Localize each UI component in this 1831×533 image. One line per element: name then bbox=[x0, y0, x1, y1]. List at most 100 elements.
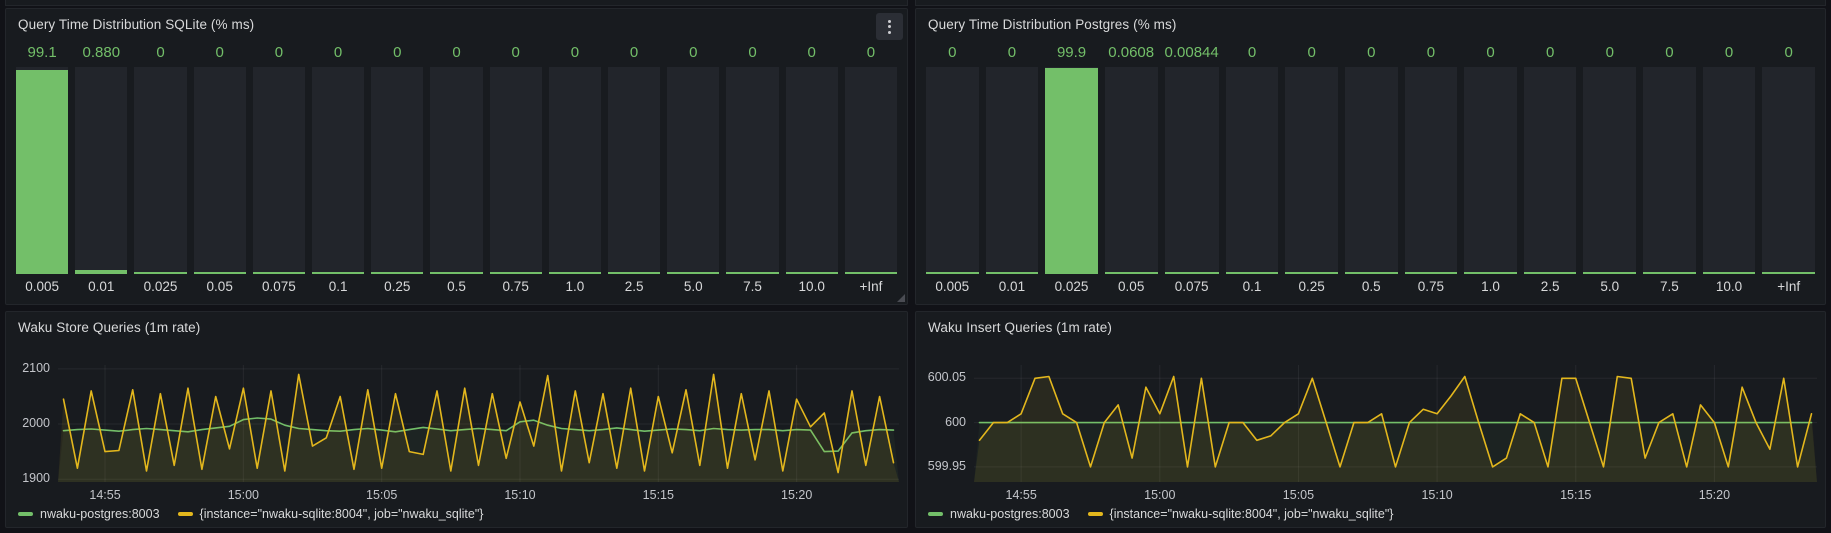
legend-item[interactable]: {instance="nwaku-sqlite:8004", job="nwak… bbox=[1088, 507, 1394, 521]
bar-gauge-column: 05.0 bbox=[1583, 41, 1636, 298]
legend-swatch-icon bbox=[1088, 512, 1103, 516]
bar-fill bbox=[1105, 272, 1158, 274]
y-axis-tick-label: 2000 bbox=[6, 416, 50, 430]
bar-value-label: 0 bbox=[726, 41, 778, 67]
bar-value-label: 0 bbox=[1226, 41, 1279, 67]
panel-resize-handle[interactable] bbox=[897, 294, 905, 302]
bucket-label: 0.01 bbox=[986, 274, 1039, 298]
bar-gauge-column: 00.1 bbox=[1226, 41, 1279, 298]
bar-value-label: 0 bbox=[1285, 41, 1338, 67]
panel-waku-store-queries: Waku Store Queries (1m rate) nwaku-postg… bbox=[5, 311, 908, 528]
bar-value-label: 0 bbox=[194, 41, 246, 67]
legend-item[interactable]: {instance="nwaku-sqlite:8004", job="nwak… bbox=[178, 507, 484, 521]
legend-label: {instance="nwaku-sqlite:8004", job="nwak… bbox=[1110, 507, 1394, 521]
time-series-plot-insert[interactable] bbox=[974, 365, 1817, 482]
bar-value-label: 0 bbox=[1762, 41, 1815, 67]
bar-value-label: 0 bbox=[312, 41, 364, 67]
bar bbox=[1583, 67, 1636, 274]
bar-gauge-column: 00.75 bbox=[1405, 41, 1458, 298]
bar-fill bbox=[430, 272, 482, 274]
bar-value-label: 99.9 bbox=[1045, 41, 1098, 67]
bar bbox=[75, 67, 127, 274]
bar-fill bbox=[194, 272, 246, 274]
panel-waku-insert-queries: Waku Insert Queries (1m rate) nwaku-post… bbox=[915, 311, 1826, 528]
bar bbox=[490, 67, 542, 274]
panel-title-sqlite[interactable]: Query Time Distribution SQLite (% ms) bbox=[6, 9, 907, 39]
bar bbox=[134, 67, 186, 274]
panel-query-time-postgres: Query Time Distribution Postgres (% ms) … bbox=[915, 8, 1826, 305]
legend-swatch-icon bbox=[18, 512, 33, 516]
bar-fill bbox=[1643, 272, 1696, 274]
bar-fill bbox=[1583, 272, 1636, 274]
bar-gauge-column: 00.05 bbox=[194, 41, 246, 298]
bucket-label: 2.5 bbox=[608, 274, 660, 298]
y-axis-tick-label: 599.95 bbox=[916, 459, 966, 473]
panel-title-text: Query Time Distribution SQLite (% ms) bbox=[18, 17, 254, 32]
bar bbox=[1762, 67, 1815, 274]
bucket-label: 10.0 bbox=[1703, 274, 1756, 298]
bar-gauge-column: 02.5 bbox=[608, 41, 660, 298]
bar-value-label: 0 bbox=[1643, 41, 1696, 67]
legend-item[interactable]: nwaku-postgres:8003 bbox=[18, 507, 160, 521]
bar-value-label: 0 bbox=[986, 41, 1039, 67]
bar-value-label: 0 bbox=[430, 41, 482, 67]
x-axis-tick-label: 15:10 bbox=[1405, 488, 1469, 502]
x-axis-tick-label: 15:00 bbox=[211, 488, 275, 502]
x-axis-tick-label: 15:20 bbox=[1682, 488, 1746, 502]
y-axis-tick-label: 1900 bbox=[6, 471, 50, 485]
legend-item[interactable]: nwaku-postgres:8003 bbox=[928, 507, 1070, 521]
bucket-label: 0.01 bbox=[75, 274, 127, 298]
x-axis-tick-label: 15:10 bbox=[488, 488, 552, 502]
bar-fill bbox=[786, 272, 838, 274]
bar-fill bbox=[1703, 272, 1756, 274]
bar-gauge-column: 00.01 bbox=[986, 41, 1039, 298]
bucket-label: 0.25 bbox=[371, 274, 423, 298]
bar-gauge-column: 00.25 bbox=[1285, 41, 1338, 298]
bar-gauge-column: 01.0 bbox=[1464, 41, 1517, 298]
legend-label: nwaku-postgres:8003 bbox=[950, 507, 1070, 521]
bar bbox=[1165, 67, 1219, 274]
bar-gauge-postgres[interactable]: 00.00500.0199.90.0250.06080.050.008440.0… bbox=[926, 41, 1815, 298]
bar-value-label: 0 bbox=[926, 41, 979, 67]
bar-gauge-column: 99.9 0.025 bbox=[1045, 41, 1098, 298]
panel-query-time-sqlite: Query Time Distribution SQLite (% ms) 99… bbox=[5, 8, 908, 305]
bucket-label: 0.1 bbox=[312, 274, 364, 298]
bar-gauge-column: 010.0 bbox=[1703, 41, 1756, 298]
bar-gauge-column: 0+Inf bbox=[845, 41, 897, 298]
bucket-label: 0.025 bbox=[1045, 274, 1098, 298]
x-axis-tick-label: 15:15 bbox=[1544, 488, 1608, 502]
bucket-label: 5.0 bbox=[1583, 274, 1636, 298]
panel-title-postgres[interactable]: Query Time Distribution Postgres (% ms) bbox=[916, 9, 1825, 39]
bar-gauge-column: 0 0.005 bbox=[926, 41, 979, 298]
time-series-plot-store[interactable] bbox=[58, 365, 899, 482]
bar-value-label: 0 bbox=[845, 41, 897, 67]
x-axis-tick-label: 15:15 bbox=[626, 488, 690, 502]
bucket-label: 5.0 bbox=[667, 274, 719, 298]
bar bbox=[667, 67, 719, 274]
bucket-label: 0.75 bbox=[490, 274, 542, 298]
bar-gauge-sqlite[interactable]: 99.10.0050.8800.0100.02500.0500.07500.10… bbox=[16, 41, 897, 298]
bar bbox=[726, 67, 778, 274]
x-axis-tick-label: 15:05 bbox=[1266, 488, 1330, 502]
bar-gauge-column: 00.025 bbox=[134, 41, 186, 298]
panel-title-store[interactable]: Waku Store Queries (1m rate) bbox=[6, 312, 907, 342]
bucket-label: 0.005 bbox=[926, 274, 979, 298]
bar-fill bbox=[1405, 272, 1458, 274]
bar-value-label: 0 bbox=[1464, 41, 1517, 67]
cropped-panel-edge bbox=[915, 0, 1826, 6]
panel-title-insert[interactable]: Waku Insert Queries (1m rate) bbox=[916, 312, 1825, 342]
bar bbox=[16, 67, 68, 274]
bar bbox=[1226, 67, 1279, 274]
bar-gauge-column: 07.5 bbox=[1643, 41, 1696, 298]
y-axis-tick-label: 600 bbox=[916, 415, 966, 429]
y-axis-tick-label: 600.05 bbox=[916, 370, 966, 384]
bar-fill bbox=[134, 272, 186, 274]
kebab-menu-icon bbox=[888, 20, 891, 34]
bucket-label: 2.5 bbox=[1524, 274, 1577, 298]
bar bbox=[1643, 67, 1696, 274]
bar bbox=[986, 67, 1039, 274]
panel-menu-button[interactable] bbox=[876, 13, 903, 40]
bar-value-label: 0.0608 bbox=[1105, 41, 1158, 67]
bar-value-label: 0 bbox=[253, 41, 305, 67]
bucket-label: 0.005 bbox=[16, 274, 68, 298]
